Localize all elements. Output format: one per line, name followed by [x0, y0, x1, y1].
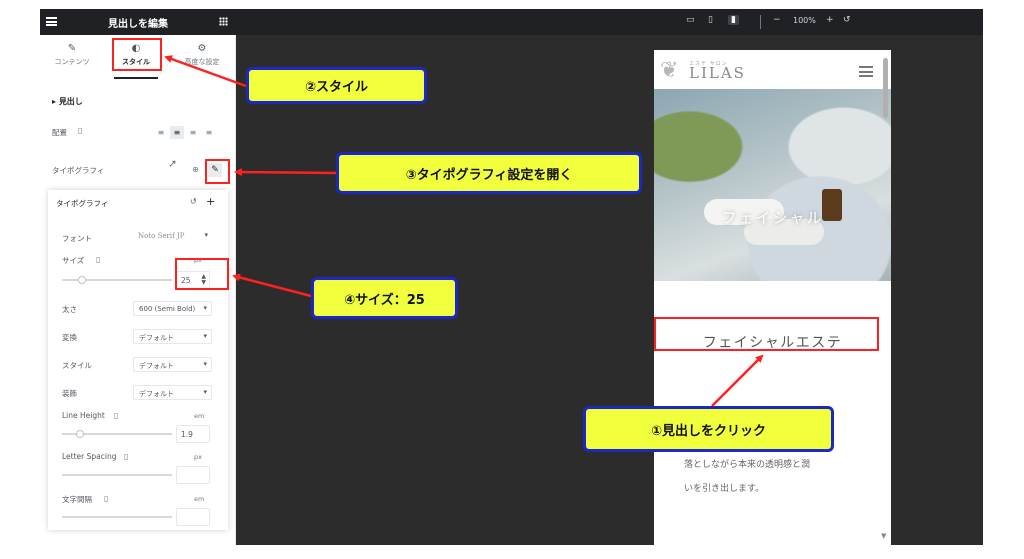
panel-header: 見出しを編集 [40, 9, 236, 35]
caret-right-icon: ▸ [52, 97, 59, 106]
align-left-icon[interactable]: ≡ [154, 126, 168, 139]
transform-select[interactable]: デフォルト [133, 329, 212, 344]
tab-advanced-label: 高度な設定 [184, 58, 220, 66]
style-label: スタイル [62, 361, 92, 370]
callout-step1: ①見出しをクリック [583, 406, 834, 452]
align-justify-icon[interactable]: ≡ [202, 126, 216, 139]
mouse-cursor-icon: ➚ [168, 157, 178, 170]
line-height-slider-handle[interactable] [76, 430, 84, 438]
menu-icon[interactable] [859, 66, 873, 77]
pencil-icon: ✎ [67, 43, 77, 54]
scroll-down-icon[interactable]: ▼ [881, 532, 886, 540]
responsive-device-icon[interactable]: ▯ [114, 411, 118, 420]
char-spacing-unit[interactable]: em [194, 495, 204, 503]
body-line: 落としながら本来の透明感と潤 [684, 460, 811, 470]
line-height-input[interactable]: 1.9 [176, 425, 210, 443]
zoom-level: 100% [793, 16, 816, 25]
tablet-icon[interactable]: ▯ [708, 15, 713, 25]
tab-content[interactable]: ✎ コンテンツ [42, 39, 102, 79]
highlight-heading [654, 317, 879, 351]
mobile-icon[interactable]: ▮ [728, 15, 739, 25]
font-label: フォント [62, 234, 92, 243]
reset-icon[interactable]: ↺ [190, 197, 197, 206]
char-spacing-slider[interactable] [62, 516, 172, 518]
highlight-typography-button [205, 159, 230, 184]
size-slider-handle[interactable] [78, 276, 86, 284]
desktop-icon[interactable]: ▭ [686, 15, 695, 25]
weight-label: 太さ [62, 305, 77, 314]
transform-label: 変換 [62, 333, 77, 342]
hero-image: フェイシャル [654, 89, 891, 281]
hero-title: フェイシャル [721, 209, 824, 227]
line-height-unit[interactable]: em [194, 412, 204, 420]
topbar-divider [760, 15, 761, 29]
site-logo[interactable]: LILAS [689, 64, 746, 82]
responsive-device-icon[interactable]: ▯ [104, 494, 108, 503]
align-center-icon[interactable]: ≡ [170, 126, 184, 139]
alignment-controls: ≡ ≡ ≡ ≡ [154, 126, 216, 139]
responsive-device-icon[interactable]: ▯ [96, 255, 100, 264]
align-right-icon[interactable]: ≡ [186, 126, 200, 139]
highlight-style-tab [112, 38, 162, 71]
canvas-topbar: ▭ ▯ ▮ − 100% + ↺ [236, 9, 983, 35]
letter-spacing-input[interactable] [176, 466, 210, 484]
weight-select[interactable]: 600 (Semi Bold) [133, 301, 212, 316]
body-line: いを引き出します。 [684, 484, 765, 494]
char-spacing-input[interactable] [176, 508, 210, 526]
globe-icon[interactable]: ⊕ [192, 165, 199, 174]
style-select[interactable]: デフォルト [133, 357, 212, 372]
decoration-label: 装飾 [62, 389, 77, 398]
add-global-icon[interactable]: + [206, 195, 215, 208]
typography-label: タイポグラフィ [52, 166, 105, 175]
preview-scrollbar[interactable] [883, 58, 888, 118]
callout-step3: ③タイポグラフィ設定を開く [336, 152, 642, 194]
widgets-grid-icon[interactable] [219, 17, 228, 26]
size-label: サイズ [62, 256, 85, 265]
responsive-device-icon[interactable]: ▯ [124, 452, 128, 461]
callout-step2: ②スタイル [246, 67, 427, 104]
letter-spacing-label: Letter Spacing [62, 452, 117, 461]
panel-title: 見出しを編集 [108, 19, 168, 30]
alignment-label: 配置 [52, 128, 67, 137]
popover-title: タイポグラフィ [56, 199, 109, 208]
section-heading-toggle[interactable]: ▸ 見出し [52, 96, 83, 107]
zoom-out-icon[interactable]: − [773, 15, 781, 25]
font-select[interactable]: Noto Serif JP [133, 229, 212, 244]
decoration-select[interactable]: デフォルト [133, 385, 212, 400]
logo-leaf-icon: ❦ [660, 58, 679, 83]
tab-content-label: コンテンツ [54, 58, 90, 66]
zoom-in-icon[interactable]: + [826, 15, 834, 25]
char-spacing-label: 文字間隔 [62, 495, 92, 504]
letter-spacing-unit[interactable]: px [194, 453, 202, 461]
letter-spacing-slider[interactable] [62, 474, 172, 476]
zoom-reset-icon[interactable]: ↺ [843, 15, 851, 25]
highlight-size-input [175, 258, 229, 290]
callout-step4: ④サイズ：25 [311, 277, 458, 319]
gear-icon: ⚙ [197, 43, 207, 54]
mobile-preview: ❦ エステ サロン LILAS フェイシャル フェイシャルエステ ジングから保湿… [654, 50, 891, 545]
tab-advanced[interactable]: ⚙ 高度な設定 [172, 39, 232, 79]
line-height-label: Line Height [62, 411, 105, 420]
responsive-device-icon[interactable]: ▯ [78, 126, 82, 135]
typography-popover: タイポグラフィ ↺ + フォント Noto Serif JP サイズ ▯ px … [48, 190, 228, 530]
section-title: 見出し [58, 97, 83, 106]
